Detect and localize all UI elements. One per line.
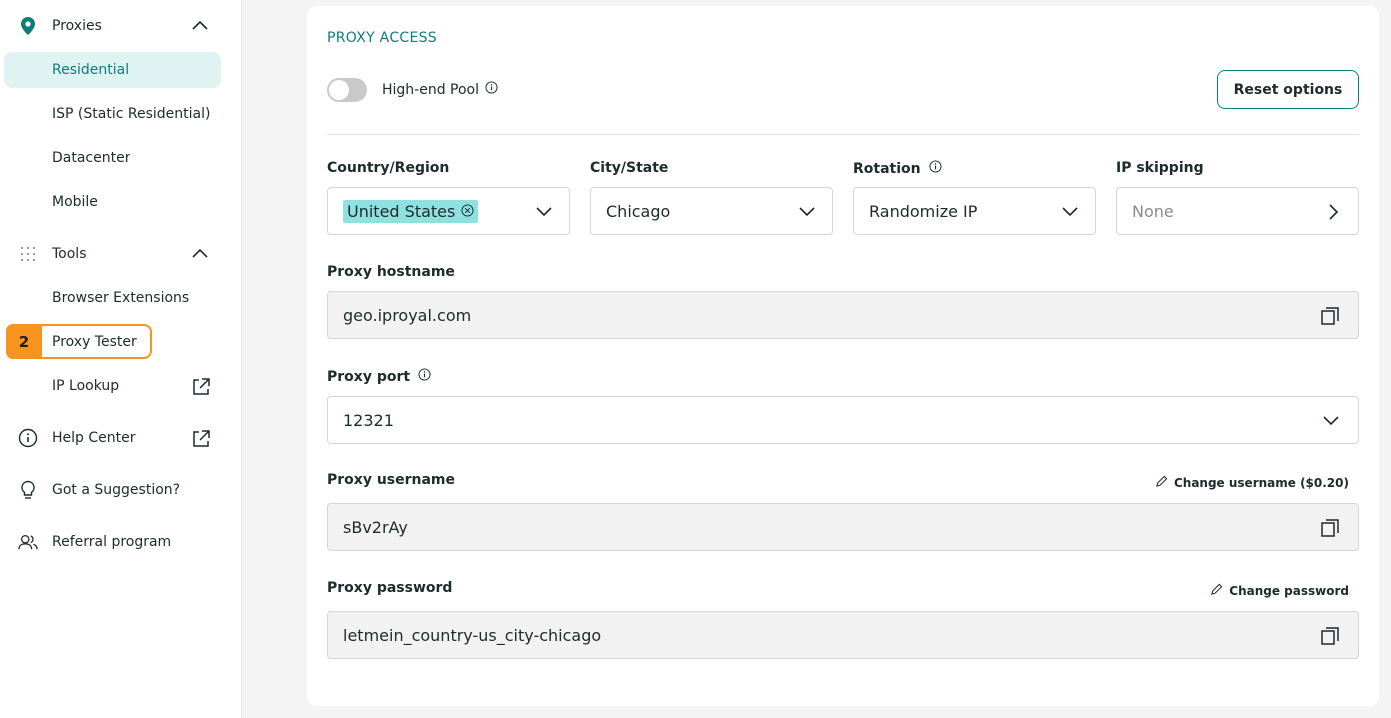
grid-dots-icon bbox=[18, 244, 38, 264]
toggle-knob bbox=[329, 80, 349, 100]
ip-skipping-select[interactable]: None bbox=[1116, 187, 1359, 235]
location-pin-icon bbox=[18, 16, 38, 36]
sidebar-item-label: Residential bbox=[52, 62, 130, 78]
chevron-up-icon[interactable] bbox=[191, 17, 209, 35]
port-label-wrap: Proxy port bbox=[327, 368, 431, 385]
rotation-value: Randomize IP bbox=[869, 201, 978, 221]
sidebar-item-referral[interactable]: Referral program bbox=[4, 524, 221, 560]
hostname-field[interactable]: geo.iproyal.com bbox=[327, 291, 1359, 339]
rotation-label-wrap: Rotation bbox=[853, 160, 942, 177]
info-icon[interactable] bbox=[485, 81, 498, 98]
hostname-label: Proxy hostname bbox=[327, 264, 455, 280]
info-icon[interactable] bbox=[418, 368, 431, 385]
sidebar-item-label: Datacenter bbox=[52, 150, 131, 166]
port-select[interactable]: 12321 bbox=[327, 396, 1359, 444]
sidebar-item-proxies[interactable]: Proxies bbox=[4, 8, 221, 44]
rotation-select[interactable]: Randomize IP bbox=[853, 187, 1096, 235]
country-chip-label: United States bbox=[347, 201, 456, 221]
sidebar-item-datacenter[interactable]: Datacenter bbox=[4, 140, 221, 176]
password-value: letmein_country-us_city-chicago bbox=[343, 625, 602, 645]
sidebar-item-label: Tools bbox=[52, 246, 87, 262]
sidebar: Proxies Residential ISP (Static Resident… bbox=[0, 0, 242, 718]
sidebar-item-label: Help Center bbox=[52, 430, 136, 446]
sidebar-item-isp[interactable]: ISP (Static Residential) bbox=[4, 96, 221, 132]
chevron-up-icon[interactable] bbox=[191, 245, 209, 263]
username-value: sBv2rAy bbox=[343, 517, 408, 537]
high-end-pool-label-wrap: High-end Pool bbox=[382, 81, 498, 98]
ip-skipping-value: None bbox=[1132, 201, 1174, 221]
step-badge: 2 bbox=[6, 324, 42, 359]
sidebar-item-label: Browser Extensions bbox=[52, 290, 190, 306]
users-icon bbox=[18, 532, 38, 552]
sidebar-item-label: IP Lookup bbox=[52, 378, 120, 394]
change-password-link[interactable]: Change password bbox=[1210, 583, 1349, 599]
rotation-label: Rotation bbox=[853, 160, 921, 177]
change-password-label: Change password bbox=[1229, 584, 1349, 598]
username-field[interactable]: sBv2rAy bbox=[327, 503, 1359, 551]
info-circle-icon bbox=[18, 428, 38, 448]
sidebar-item-tools[interactable]: Tools bbox=[4, 236, 221, 272]
username-label: Proxy username bbox=[327, 472, 456, 488]
clear-circle-icon[interactable] bbox=[461, 202, 474, 221]
sidebar-item-suggestion[interactable]: Got a Suggestion? bbox=[4, 472, 221, 508]
city-label: City/State bbox=[590, 160, 669, 176]
ip-skipping-label: IP skipping bbox=[1116, 160, 1204, 176]
sidebar-item-label: Referral program bbox=[52, 534, 172, 550]
port-value: 12321 bbox=[343, 410, 394, 430]
country-label: Country/Region bbox=[327, 160, 450, 176]
chevron-right-icon bbox=[1324, 204, 1342, 220]
country-chip: United States bbox=[343, 199, 479, 223]
sidebar-item-label: Mobile bbox=[52, 194, 98, 210]
city-select[interactable]: Chicago bbox=[590, 187, 833, 235]
copy-icon[interactable] bbox=[1320, 626, 1340, 646]
sidebar-item-label: Proxies bbox=[52, 18, 102, 34]
sidebar-item-mobile[interactable]: Mobile bbox=[4, 184, 221, 220]
password-field[interactable]: letmein_country-us_city-chicago bbox=[327, 611, 1359, 659]
reset-options-button[interactable]: Reset options bbox=[1217, 70, 1359, 109]
city-value: Chicago bbox=[606, 201, 671, 221]
port-label: Proxy port bbox=[327, 368, 411, 385]
chevron-down-icon bbox=[535, 204, 553, 220]
change-username-label: Change username ($0.20) bbox=[1173, 476, 1349, 490]
info-icon[interactable] bbox=[929, 160, 942, 177]
country-select[interactable]: United States bbox=[327, 187, 570, 235]
section-title: PROXY ACCESS bbox=[327, 30, 437, 46]
copy-icon[interactable] bbox=[1320, 306, 1340, 326]
pencil-icon bbox=[1210, 583, 1223, 599]
high-end-pool-toggle[interactable] bbox=[327, 78, 367, 102]
sidebar-item-label: Got a Suggestion? bbox=[52, 482, 181, 498]
sidebar-item-help-center[interactable]: Help Center bbox=[4, 420, 221, 456]
divider bbox=[327, 134, 1359, 135]
lightbulb-icon bbox=[18, 480, 38, 500]
password-label: Proxy password bbox=[327, 580, 453, 596]
proxy-access-panel: PROXY ACCESS High-end Pool Reset options… bbox=[307, 6, 1379, 706]
hostname-value: geo.iproyal.com bbox=[343, 305, 472, 325]
change-username-link[interactable]: Change username ($0.20) bbox=[1155, 475, 1349, 491]
sidebar-item-label: ISP (Static Residential) bbox=[52, 106, 211, 122]
chevron-down-icon bbox=[1061, 204, 1079, 220]
chevron-down-icon bbox=[1322, 413, 1340, 429]
sidebar-item-ip-lookup[interactable]: IP Lookup bbox=[4, 368, 221, 404]
sidebar-item-browser-extensions[interactable]: Browser Extensions bbox=[4, 280, 221, 316]
high-end-pool-label: High-end Pool bbox=[382, 81, 480, 98]
sidebar-item-residential[interactable]: Residential bbox=[4, 52, 221, 88]
copy-icon[interactable] bbox=[1320, 518, 1340, 538]
chevron-down-icon bbox=[798, 204, 816, 220]
external-link-icon bbox=[191, 377, 210, 395]
pencil-icon bbox=[1155, 475, 1168, 491]
external-link-icon bbox=[191, 429, 210, 447]
sidebar-item-label: Proxy Tester bbox=[52, 334, 137, 350]
